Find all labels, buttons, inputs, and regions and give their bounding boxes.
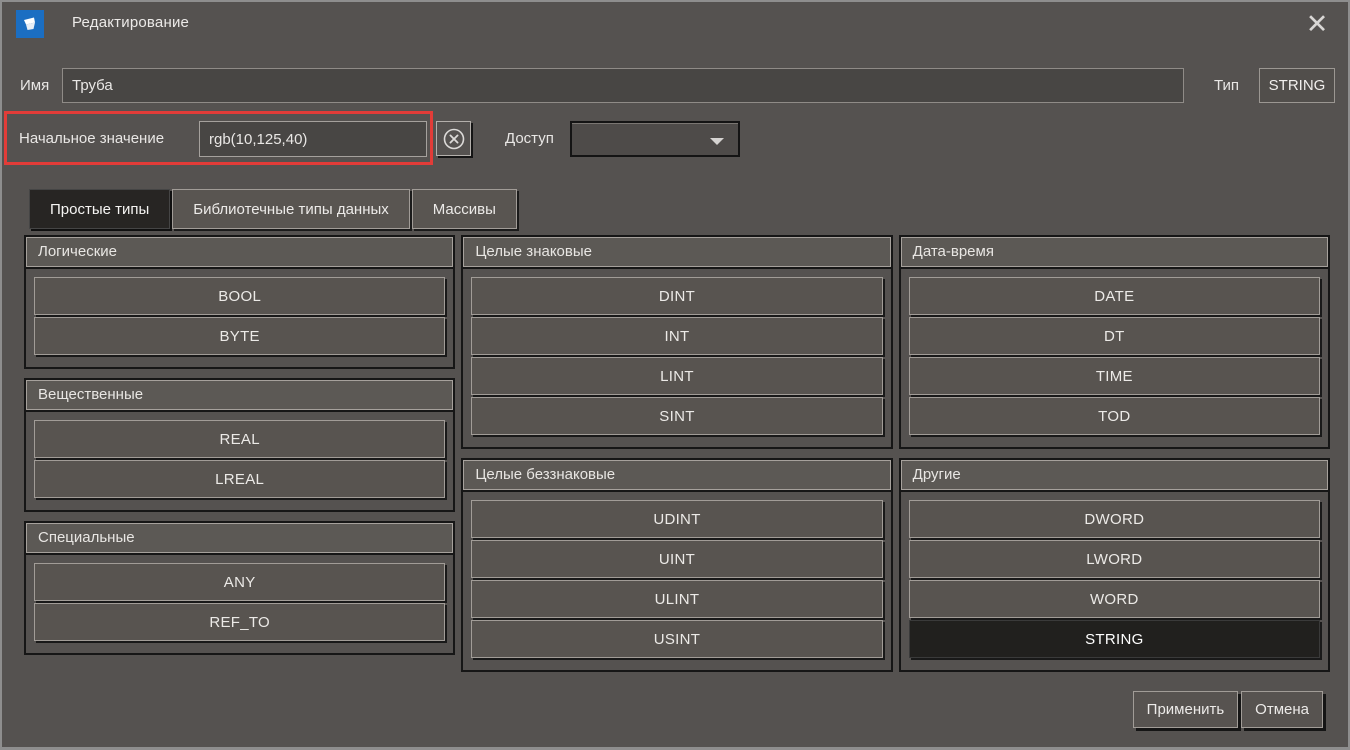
group-datetime: Дата-времяDATEDTTIMETOD [899,235,1330,449]
group-header-signed-int: Целые знаковые [463,237,890,267]
group-body-other: DWORDLWORDWORDSTRING [901,490,1328,670]
type-button-bool[interactable]: BOOL [34,277,445,315]
type-button-ulint[interactable]: ULINT [471,580,882,618]
group-body-unsigned-int: UDINTUINTULINTUSINT [463,490,890,670]
group-logical: ЛогическиеBOOLBYTE [24,235,455,369]
dialog-footer: Применить Отмена [1133,691,1323,728]
tab-library-types[interactable]: Библиотечные типы данных [172,189,409,229]
group-header-logical: Логические [26,237,453,267]
type-button-lint[interactable]: LINT [471,357,882,395]
initial-value-label: Начальное значение [19,121,164,157]
type-label: Тип [1214,68,1239,103]
type-button-real[interactable]: REAL [34,420,445,458]
group-header-special: Специальные [26,523,453,553]
group-header-datetime: Дата-время [901,237,1328,267]
clear-initial-value-button[interactable] [436,121,471,156]
circled-x-icon [442,127,466,151]
group-body-signed-int: DINTINTLINTSINT [463,267,890,447]
type-button-dword[interactable]: DWORD [909,500,1320,538]
apply-button[interactable]: Применить [1133,691,1239,728]
chevron-down-icon [710,138,724,145]
name-label: Имя [20,68,49,103]
group-header-real: Вещественные [26,380,453,410]
access-dropdown[interactable] [570,121,740,157]
tab-simple-types[interactable]: Простые типы [29,189,170,229]
access-label: Доступ [505,121,554,157]
group-header-unsigned-int: Целые беззнаковые [463,460,890,490]
type-category-tabs: Простые типыБиблиотечные типы данныхМасс… [29,189,517,229]
group-header-other: Другие [901,460,1328,490]
type-button-dint[interactable]: DINT [471,277,882,315]
type-button-string[interactable]: STRING [909,620,1320,658]
type-button-lreal[interactable]: LREAL [34,460,445,498]
tab-arrays[interactable]: Массивы [412,189,517,229]
group-real: ВещественныеREALLREAL [24,378,455,512]
type-button-time[interactable]: TIME [909,357,1320,395]
type-button-lword[interactable]: LWORD [909,540,1320,578]
type-button-int[interactable]: INT [471,317,882,355]
group-body-special: ANYREF_TO [26,553,453,653]
group-body-datetime: DATEDTTIMETOD [901,267,1328,447]
initial-value-input[interactable]: rgb(10,125,40) [199,121,427,157]
edit-dialog: Редактирование ✕ Имя Труба Тип STRING На… [0,0,1350,750]
column-2: Целые знаковыеDINTINTLINTSINTЦелые беззн… [461,235,892,672]
name-input[interactable]: Труба [62,68,1184,103]
column-1: ЛогическиеBOOLBYTEВещественныеREALLREALС… [24,235,455,655]
type-button-word[interactable]: WORD [909,580,1320,618]
group-signed-int: Целые знаковыеDINTINTLINTSINT [461,235,892,449]
group-special: СпециальныеANYREF_TO [24,521,455,655]
app-logo-icon [16,10,44,38]
close-icon[interactable]: ✕ [1296,6,1338,42]
group-body-logical: BOOLBYTE [26,267,453,367]
type-button-ref_to[interactable]: REF_TO [34,603,445,641]
group-other: ДругиеDWORDLWORDWORDSTRING [899,458,1330,672]
cancel-button[interactable]: Отмена [1241,691,1323,728]
window-title: Редактирование [72,14,189,31]
type-button-sint[interactable]: SINT [471,397,882,435]
type-button-tod[interactable]: TOD [909,397,1320,435]
group-unsigned-int: Целые беззнаковыеUDINTUINTULINTUSINT [461,458,892,672]
type-button-any[interactable]: ANY [34,563,445,601]
type-button-usint[interactable]: USINT [471,620,882,658]
type-button-byte[interactable]: BYTE [34,317,445,355]
type-button-dt[interactable]: DT [909,317,1320,355]
simple-types-panel: ЛогическиеBOOLBYTEВещественныеREALLREALС… [24,235,1330,672]
type-button-uint[interactable]: UINT [471,540,882,578]
group-body-real: REALLREAL [26,410,453,510]
type-button-date[interactable]: DATE [909,277,1320,315]
column-3: Дата-времяDATEDTTIMETODДругиеDWORDLWORDW… [899,235,1330,672]
type-button-udint[interactable]: UDINT [471,500,882,538]
type-value-box: STRING [1259,68,1335,103]
